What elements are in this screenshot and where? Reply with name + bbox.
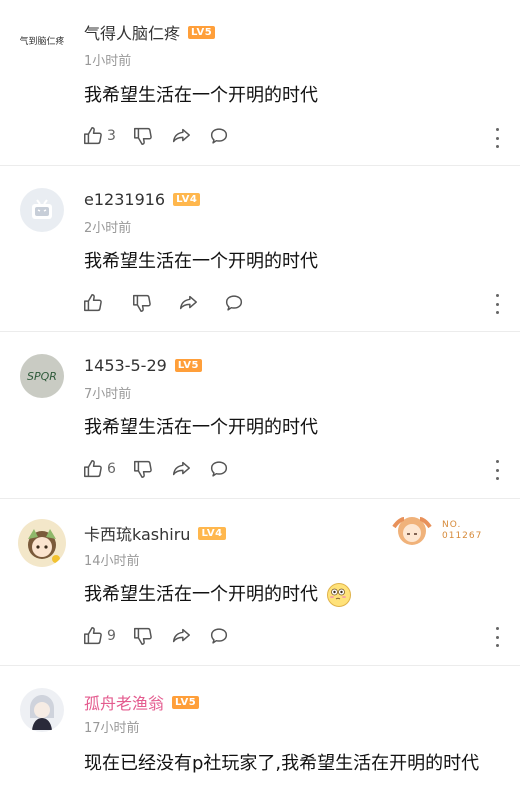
dislike-button[interactable]: [132, 625, 154, 647]
reply-icon: [210, 628, 227, 644]
more-icon[interactable]: [494, 128, 500, 148]
reply-icon: [210, 461, 227, 477]
avatar-text: SPQR: [27, 369, 57, 383]
share-button[interactable]: [170, 458, 192, 480]
comment-actions: 9: [82, 625, 246, 647]
flushed-face-icon: [326, 583, 351, 607]
thumbs-up-icon: [84, 127, 102, 145]
pendant-character-icon: [392, 517, 432, 545]
reply-button[interactable]: [208, 458, 230, 480]
thumbs-up-icon: [84, 460, 102, 478]
avatar[interactable]: [18, 519, 66, 567]
share-button[interactable]: [170, 625, 192, 647]
username[interactable]: 孤舟老渔翁 LV5: [84, 690, 200, 714]
share-icon: [172, 128, 190, 143]
reply-button[interactable]: [208, 625, 230, 647]
timestamp: 17小时前: [84, 721, 140, 736]
username-text[interactable]: 孤舟老渔翁: [84, 690, 164, 714]
avatar-text: 气到脑仁疼: [20, 36, 64, 47]
reply-icon: [225, 295, 243, 311]
dislike-button[interactable]: [131, 292, 153, 314]
comment-actions: [82, 292, 261, 314]
level-badge: LV5: [188, 25, 216, 39]
dislike-button[interactable]: [132, 125, 154, 147]
username-text[interactable]: e1231916: [84, 190, 165, 209]
timestamp: 2小时前: [84, 221, 132, 236]
level-badge: LV4: [198, 526, 226, 540]
comment-text-body: 我希望生活在一个开明的时代: [84, 584, 318, 605]
more-icon[interactable]: [494, 460, 500, 480]
pendant-label: NO. 011267: [436, 520, 482, 542]
avatar[interactable]: [20, 188, 64, 232]
username[interactable]: e1231916 LV4: [84, 190, 201, 209]
more-icon[interactable]: [494, 627, 500, 647]
like-count: 3: [107, 128, 116, 144]
username-text[interactable]: 气得人脑仁疼: [84, 20, 180, 44]
thumbs-down-icon: [133, 127, 152, 145]
username[interactable]: 气得人脑仁疼 LV5: [84, 20, 216, 44]
reply-button[interactable]: [208, 125, 230, 147]
thumbs-down-icon: [133, 627, 152, 645]
more-icon[interactable]: [494, 294, 500, 314]
comment-actions: 3: [82, 125, 246, 147]
like-button[interactable]: 3: [82, 125, 116, 147]
character-avatar: [30, 695, 54, 730]
level-badge: LV5: [174, 359, 203, 372]
level-badge: LV5: [172, 695, 200, 709]
avatar[interactable]: SPQR: [20, 354, 64, 398]
username[interactable]: 卡西琉kashiru LV4: [84, 521, 226, 545]
reply-button[interactable]: [223, 292, 245, 314]
share-button[interactable]: [177, 292, 199, 314]
comment-text: 现在已经没有p社玩家了,我希望生活在开明的时代: [84, 753, 480, 774]
dislike-button[interactable]: [132, 458, 154, 480]
comment-actions: 6: [82, 458, 246, 480]
comment-text: 我希望生活在一个开明的时代: [84, 251, 318, 272]
like-count: 9: [107, 628, 116, 644]
share-icon: [179, 295, 197, 310]
anime-character-avatar: [28, 529, 60, 563]
avatar-pendant: NO. 011267: [388, 513, 482, 549]
comment-item: SPQR 1453-5-29 LV5 7小时前 我希望生活在一个开明的时代 6: [0, 332, 520, 499]
like-count: 6: [107, 461, 116, 477]
avatar[interactable]: [20, 688, 64, 732]
avatar[interactable]: 气到脑仁疼: [20, 18, 64, 62]
share-icon: [172, 628, 190, 643]
comment-item: e1231916 LV4 2小时前 我希望生活在一个开明的时代: [0, 166, 520, 332]
tv-mascot-icon: [32, 199, 52, 219]
username-text[interactable]: 1453-5-29: [84, 356, 167, 375]
username[interactable]: 1453-5-29 LV5: [84, 356, 203, 375]
thumbs-up-icon: [84, 627, 102, 645]
reply-icon: [210, 128, 227, 144]
thumbs-down-icon: [133, 460, 152, 478]
timestamp: 7小时前: [84, 387, 132, 402]
thumbs-up-icon: [84, 294, 102, 312]
comment-item: 气到脑仁疼 气得人脑仁疼 LV5 1小时前 我希望生活在一个开明的时代 3: [0, 0, 520, 166]
username-text[interactable]: 卡西琉kashiru: [84, 521, 190, 545]
comment-text: 我希望生活在一个开明的时代: [84, 417, 318, 438]
pendant-id: 011267: [442, 531, 483, 541]
comment-item: 卡西琉kashiru LV4 NO. 011267 14小时前 我希望生活在一个…: [0, 499, 520, 666]
thumbs-down-icon: [133, 294, 151, 312]
like-button[interactable]: 6: [82, 458, 116, 480]
timestamp: 1小时前: [84, 54, 132, 69]
share-icon: [172, 461, 190, 476]
comment-item: 孤舟老渔翁 LV5 17小时前 现在已经没有p社玩家了,我希望生活在开明的时代: [0, 666, 520, 806]
comment-text: 我希望生活在一个开明的时代: [84, 579, 500, 611]
level-badge: LV4: [173, 193, 201, 206]
comment-text: 我希望生活在一个开明的时代: [84, 85, 318, 106]
pendant-no: NO.: [442, 520, 462, 530]
like-button[interactable]: [82, 292, 107, 314]
share-button[interactable]: [170, 125, 192, 147]
timestamp: 14小时前: [84, 554, 140, 569]
like-button[interactable]: 9: [82, 625, 116, 647]
